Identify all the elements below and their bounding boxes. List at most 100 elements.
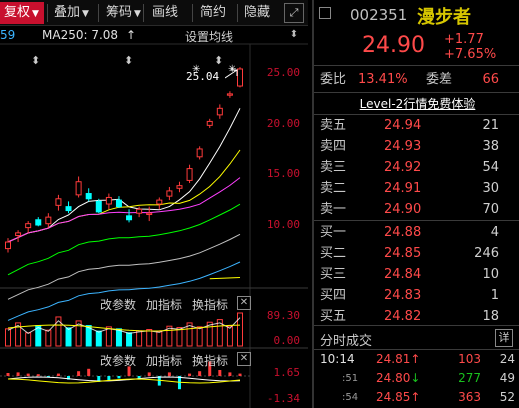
bid-volume: 4 bbox=[490, 225, 499, 240]
draw-line-button[interactable]: 画线 bbox=[148, 2, 190, 24]
ask-row[interactable]: 卖二 24.91 30 bbox=[314, 179, 519, 199]
sub1-add-indicator-button[interactable]: 加指标 bbox=[146, 296, 182, 313]
divider bbox=[314, 92, 519, 93]
sub2-close-icon[interactable]: ✕ bbox=[237, 352, 251, 366]
fuquan-label: 复权 bbox=[4, 5, 31, 20]
tick-direction-icon: ↑ bbox=[410, 390, 421, 404]
candle bbox=[216, 107, 223, 116]
level2-promo-link[interactable]: Level-2行情免费体验 bbox=[314, 95, 519, 112]
macd-bar bbox=[56, 373, 60, 376]
high-price-label: 25.04 bbox=[186, 70, 220, 83]
toolbar-divider bbox=[143, 4, 144, 22]
bid-row[interactable]: 买二 24.85 246 bbox=[314, 244, 519, 264]
toolbar-divider bbox=[237, 4, 238, 22]
candle bbox=[126, 215, 133, 221]
sub2-change-params-button[interactable]: 改参数 bbox=[100, 352, 136, 369]
ask-level-label: 卖一 bbox=[320, 202, 347, 217]
y-axis-label: 25.00 bbox=[266, 66, 300, 79]
event-marker[interactable]: ⬍ bbox=[214, 54, 223, 67]
chips-dropdown[interactable]: 筹码 ▼ bbox=[102, 2, 147, 24]
weibi-label: 委比 bbox=[320, 72, 347, 87]
kline-chart[interactable]: ⬍ ⬍ ⬍ ✳ ✳ bbox=[0, 26, 308, 408]
ask-price: 24.92 bbox=[384, 160, 422, 175]
tick-volume: 363 bbox=[458, 390, 481, 404]
macd-bar bbox=[238, 373, 242, 376]
price-change: +1.77 +7.65% bbox=[444, 32, 496, 62]
ask-level-label: 卖四 bbox=[320, 139, 347, 154]
bid-volume: 1 bbox=[490, 288, 499, 303]
tick-row: 10:14 24.81↑ 103 24 bbox=[314, 350, 519, 369]
detail-button[interactable]: 详 bbox=[495, 329, 513, 347]
candle bbox=[146, 212, 153, 216]
macd-bar bbox=[77, 371, 81, 376]
candle bbox=[35, 219, 42, 226]
volume-bar bbox=[146, 329, 153, 347]
chevron-down-icon: ▼ bbox=[32, 9, 39, 19]
ask-row[interactable]: 卖三 24.92 54 bbox=[314, 158, 519, 178]
candle bbox=[176, 185, 183, 189]
bid-price: 24.85 bbox=[384, 246, 422, 261]
volume-bar bbox=[45, 329, 52, 347]
candle bbox=[15, 232, 22, 236]
high-pointer-icon bbox=[225, 69, 238, 79]
ask-level-label: 卖五 bbox=[320, 118, 347, 133]
event-marker[interactable]: ⬍ bbox=[124, 54, 133, 67]
overlay-label: 叠加 bbox=[54, 5, 81, 20]
tick-time: :54 bbox=[342, 392, 359, 403]
simple-label: 简约 bbox=[200, 5, 227, 20]
ask-volume: 70 bbox=[482, 202, 499, 217]
toolbar-divider bbox=[98, 4, 99, 22]
tick-count: 52 bbox=[499, 390, 515, 404]
bid-row[interactable]: 买五 24.82 18 bbox=[314, 307, 519, 327]
ask-price: 24.94 bbox=[384, 118, 422, 133]
candle bbox=[95, 200, 102, 213]
fullscreen-icon[interactable]: ⤢ bbox=[284, 3, 304, 23]
event-marker[interactable]: ⬍ bbox=[31, 54, 40, 67]
hide-label: 隐藏 bbox=[244, 5, 271, 20]
y-axis-label: 20.00 bbox=[266, 117, 300, 130]
ask-row[interactable]: 卖一 24.90 70 bbox=[314, 200, 519, 220]
fuquan-dropdown[interactable]: 复权 ▼ bbox=[0, 2, 44, 24]
grid-icon[interactable] bbox=[319, 7, 331, 19]
volume-bar bbox=[65, 327, 72, 347]
sub1-switch-indicator-button[interactable]: 换指标 bbox=[192, 296, 228, 313]
stock-code: 002351 bbox=[350, 6, 408, 24]
ask-row[interactable]: 卖五 24.94 21 bbox=[314, 116, 519, 136]
ask-row[interactable]: 卖四 24.93 38 bbox=[314, 137, 519, 157]
hide-button[interactable]: 隐藏 bbox=[240, 2, 282, 24]
bid-row[interactable]: 买一 24.88 4 bbox=[314, 223, 519, 243]
ask-level-label: 卖三 bbox=[320, 160, 347, 175]
ask-volume: 38 bbox=[482, 139, 499, 154]
sub2-switch-indicator-button[interactable]: 换指标 bbox=[192, 352, 228, 369]
sub1-change-params-button[interactable]: 改参数 bbox=[100, 296, 136, 313]
ask-price: 24.91 bbox=[384, 181, 422, 196]
ask-price: 24.90 bbox=[384, 202, 422, 217]
ask-price: 24.93 bbox=[384, 139, 422, 154]
ma20-line bbox=[7, 177, 241, 243]
bid-price: 24.88 bbox=[384, 225, 422, 240]
settings-ma-button[interactable]: 设置均线 bbox=[185, 28, 233, 45]
candle bbox=[226, 93, 233, 96]
volume-bar bbox=[126, 332, 133, 347]
quote-panel: 002351 漫步者 24.90 +1.77 +7.65% 委比 13.41% … bbox=[312, 0, 519, 408]
toolbar-divider bbox=[192, 4, 193, 22]
volume-bar bbox=[115, 328, 122, 347]
macd-bar bbox=[188, 373, 192, 376]
tick-direction-icon: ↓ bbox=[410, 371, 421, 385]
bid-level-label: 买二 bbox=[320, 246, 347, 261]
sub2-add-indicator-button[interactable]: 加指标 bbox=[146, 352, 182, 369]
bid-level-label: 买四 bbox=[320, 288, 347, 303]
overlay-dropdown[interactable]: 叠加 ▼ bbox=[50, 2, 95, 24]
candle bbox=[45, 216, 52, 225]
bid-row[interactable]: 买三 24.84 10 bbox=[314, 265, 519, 285]
candle bbox=[156, 199, 163, 205]
macd-bar bbox=[167, 372, 171, 376]
candle bbox=[166, 190, 173, 197]
bid-row[interactable]: 买四 24.83 1 bbox=[314, 286, 519, 306]
simple-button[interactable]: 简约 bbox=[196, 2, 238, 24]
kline-chart-pane: ⬍ ⬍ ⬍ ✳ ✳ 59 MA250: 7.08 ↑ 设置均线 ⬍ 25.04 … bbox=[0, 26, 308, 408]
candle bbox=[65, 206, 72, 212]
sub1-close-icon[interactable]: ✕ bbox=[237, 296, 251, 310]
weibi-value: 13.41% bbox=[358, 72, 408, 87]
macd-bar bbox=[147, 372, 151, 376]
